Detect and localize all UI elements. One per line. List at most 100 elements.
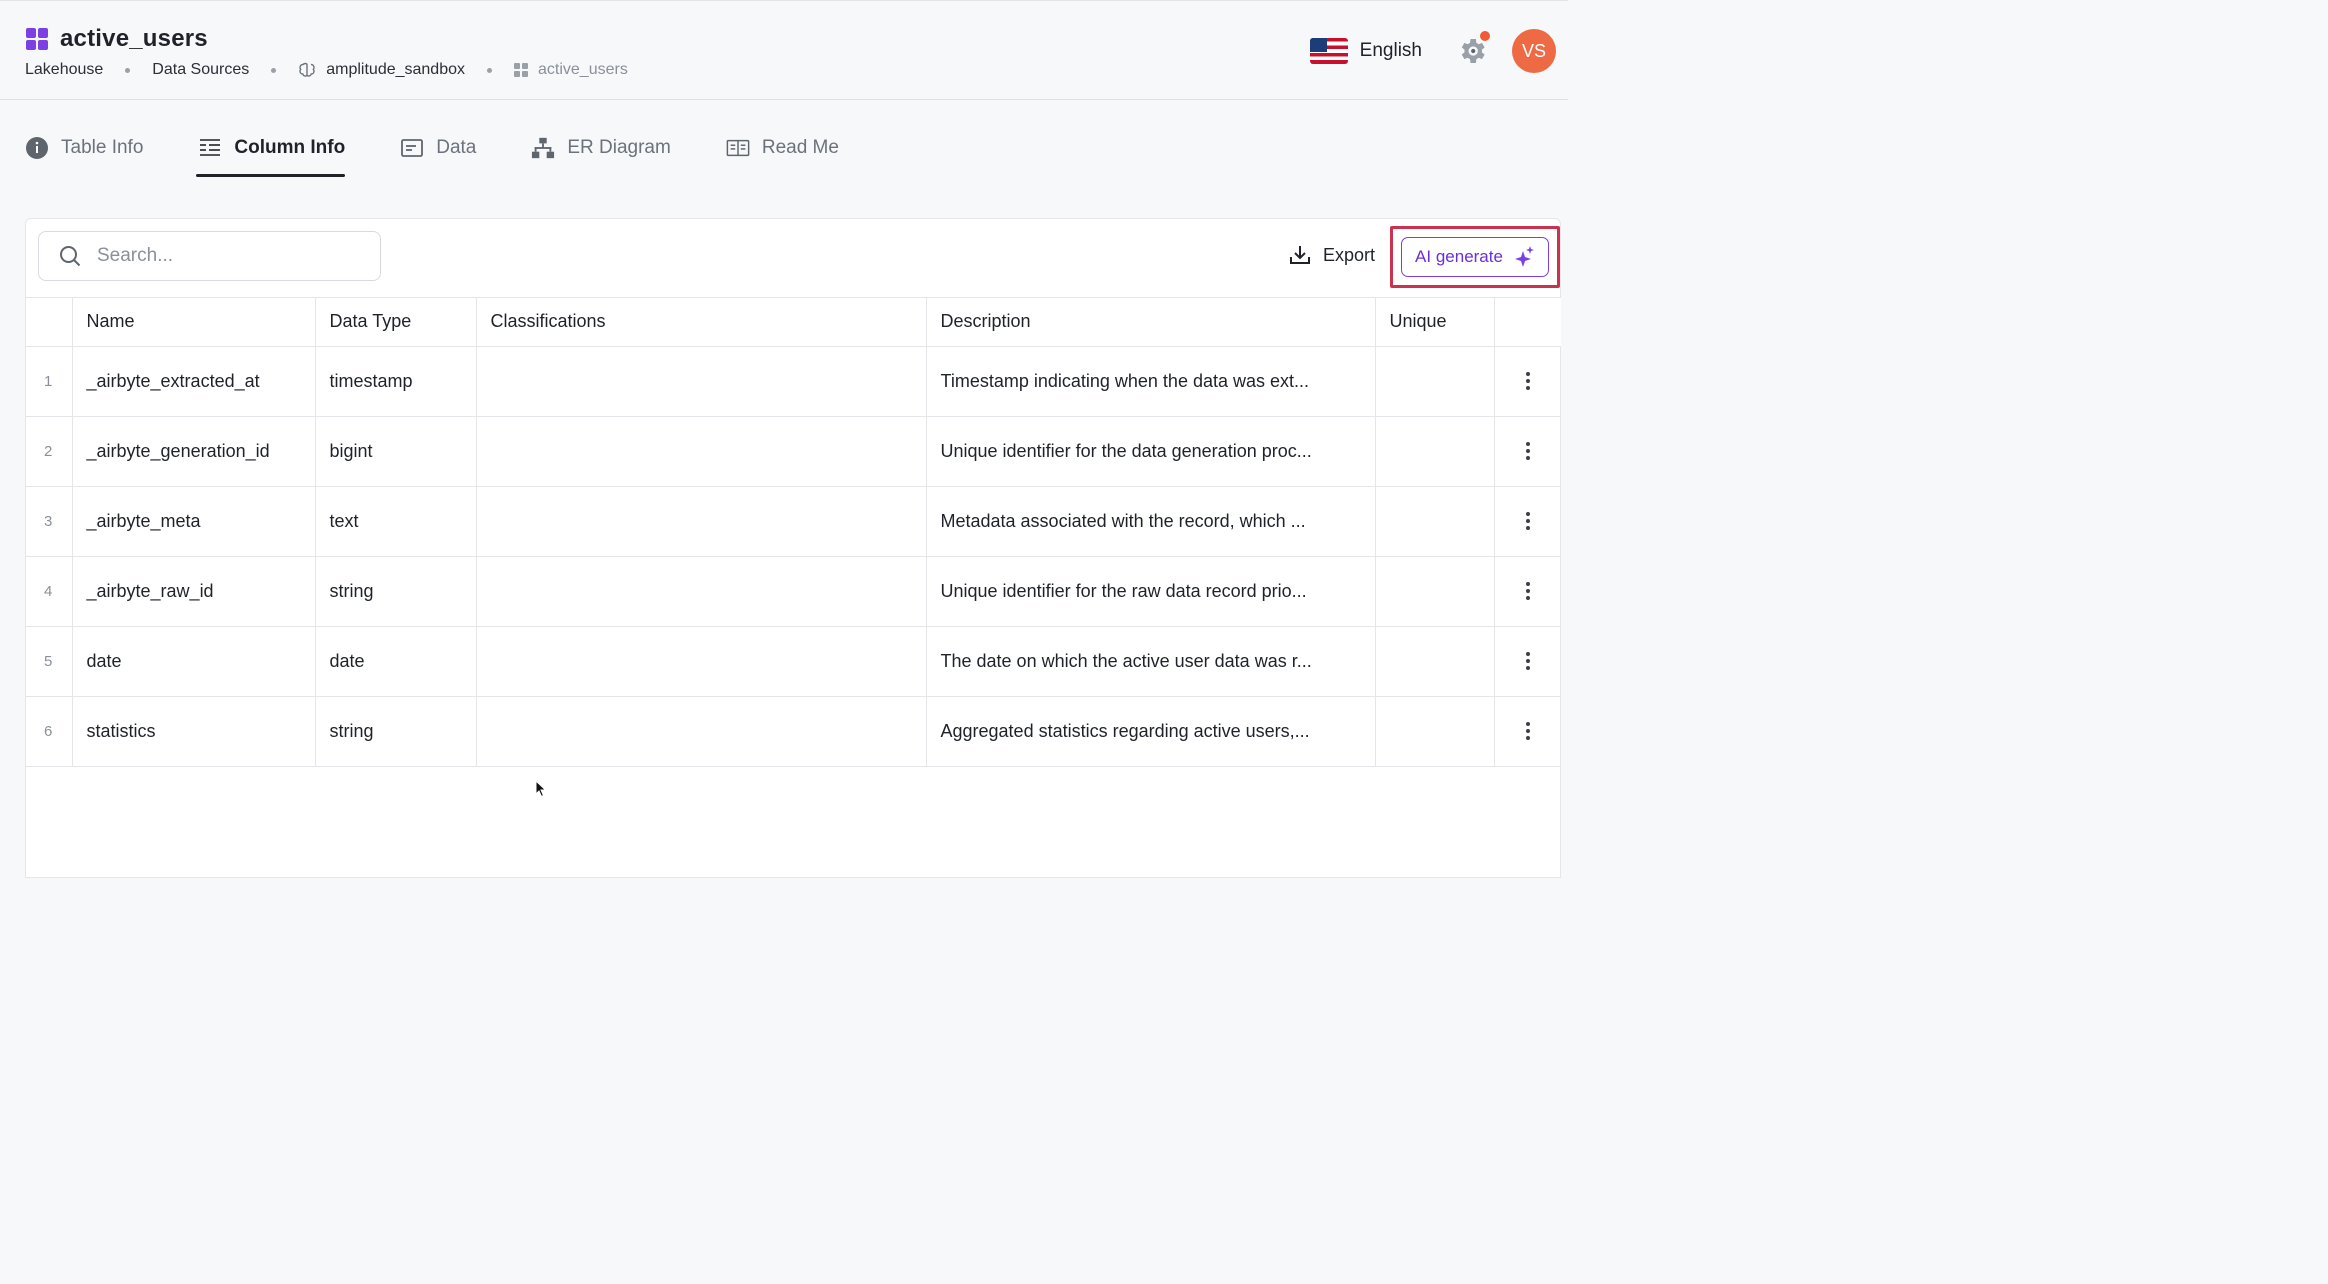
breadcrumb-source-label: amplitude_sandbox <box>326 61 465 78</box>
export-label: Export <box>1322 244 1375 265</box>
row-menu-button[interactable] <box>1494 626 1562 697</box>
cell-description[interactable]: The date on which the active user data w… <box>926 626 1376 697</box>
cell-classifications[interactable] <box>476 486 927 557</box>
kebab-menu-icon <box>1509 582 1562 600</box>
row-index: 4 <box>26 556 73 627</box>
cell-description[interactable]: Unique identifier for the raw data recor… <box>926 556 1376 627</box>
title-row: active_users <box>26 25 208 53</box>
breadcrumb-source[interactable]: amplitude_sandbox <box>298 61 465 79</box>
cell-data-type: string <box>315 556 477 627</box>
breadcrumb-current-table: active_users <box>514 61 628 79</box>
breadcrumb-separator <box>271 67 277 73</box>
cell-unique <box>1375 556 1495 627</box>
export-button[interactable]: Export <box>1289 244 1375 266</box>
sparkle-icon <box>1514 246 1534 267</box>
cell-name: _airbyte_meta <box>72 486 316 557</box>
cell-description[interactable]: Unique identifier for the data generatio… <box>926 416 1376 487</box>
breadcrumb-separator <box>487 67 492 73</box>
cell-classifications[interactable] <box>476 556 927 627</box>
cell-classifications[interactable] <box>476 626 927 697</box>
cell-classifications[interactable] <box>476 416 927 487</box>
header-actions: English VS <box>1309 27 1568 75</box>
cell-name: _airbyte_generation_id <box>72 416 316 487</box>
header-description[interactable]: Description <box>926 298 1376 347</box>
tab-er-diagram[interactable]: ER Diagram <box>531 130 671 176</box>
breadcrumb-data-sources[interactable]: Data Sources <box>152 61 249 79</box>
search-box[interactable] <box>38 231 381 281</box>
tab-table-info[interactable]: Table Info <box>25 130 143 176</box>
table-row[interactable]: 6 statistics string Aggregated statistic… <box>26 696 1561 767</box>
cell-data-type: text <box>315 486 477 557</box>
header-name[interactable]: Name <box>72 298 316 347</box>
row-menu-button[interactable] <box>1494 486 1562 557</box>
tab-read-me[interactable]: Read Me <box>726 130 839 176</box>
tab-label: Read Me <box>761 137 839 158</box>
cell-unique <box>1375 626 1495 697</box>
table-header-row: Name Data Type Classifications Descripti… <box>26 298 1561 347</box>
row-menu-button[interactable] <box>1494 696 1561 767</box>
settings-button[interactable] <box>1456 31 1490 67</box>
language-selector[interactable]: English <box>1309 38 1422 64</box>
table-row[interactable]: 1 _airbyte_extracted_at timestamp Timest… <box>26 346 1561 417</box>
columns-table: Name Data Type Classifications Descripti… <box>26 298 1561 767</box>
tab-column-info[interactable]: Column Info <box>196 130 345 177</box>
header-classifications[interactable]: Classifications <box>476 298 927 347</box>
ai-generate-label: AI generate <box>1415 247 1503 266</box>
data-window-icon <box>400 136 424 160</box>
row-index: 2 <box>26 416 73 487</box>
notification-dot <box>1480 31 1490 41</box>
columns-list-icon <box>198 136 222 160</box>
toolbar: Export AI generate <box>26 219 1560 298</box>
tab-label: Data <box>436 137 477 158</box>
table-row[interactable]: 3 _airbyte_meta text Metadata associated… <box>26 486 1562 557</box>
cell-data-type: timestamp <box>315 346 477 417</box>
tab-bar: Table Info Column Info Data ER Diagram R… <box>25 130 894 177</box>
page-title: active_users <box>60 25 208 52</box>
cell-data-type: date <box>315 626 477 697</box>
cell-classifications[interactable] <box>476 696 927 767</box>
table-row[interactable]: 5 date date The date on which the active… <box>26 626 1562 697</box>
row-index: 3 <box>26 486 73 557</box>
info-circle-icon <box>25 136 49 160</box>
breadcrumb-separator <box>125 67 131 73</box>
row-menu-button[interactable] <box>1494 416 1562 487</box>
tab-label: Table Info <box>61 137 144 158</box>
cell-classifications[interactable] <box>476 346 927 417</box>
row-index: 1 <box>26 346 73 417</box>
row-menu-button[interactable] <box>1494 556 1562 627</box>
cell-unique <box>1375 346 1495 417</box>
breadcrumb-table-label: active_users <box>538 61 628 78</box>
header-actions <box>1494 298 1561 347</box>
ai-generate-button[interactable]: AI generate <box>1401 237 1549 277</box>
kebab-menu-icon <box>1509 442 1562 460</box>
search-icon <box>60 246 81 267</box>
database-brain-icon <box>299 62 315 77</box>
cell-description[interactable]: Timestamp indicating when the data was e… <box>926 346 1376 417</box>
mouse-cursor-icon <box>535 780 547 798</box>
cell-data-type: string <box>315 696 477 767</box>
cell-name: _airbyte_raw_id <box>72 556 316 627</box>
row-index: 6 <box>26 696 73 767</box>
row-menu-button[interactable] <box>1494 346 1561 417</box>
us-flag-icon <box>1309 38 1348 64</box>
avatar[interactable]: VS <box>1512 29 1556 73</box>
kebab-menu-icon <box>1509 652 1562 670</box>
table-row[interactable]: 4 _airbyte_raw_id string Unique identifi… <box>26 556 1562 627</box>
table-grid-icon <box>26 28 48 50</box>
table-row[interactable]: 2 _airbyte_generation_id bigint Unique i… <box>26 416 1562 487</box>
breadcrumb-lakehouse[interactable]: Lakehouse <box>25 61 103 79</box>
cell-data-type: bigint <box>315 416 477 487</box>
download-icon <box>1289 246 1310 264</box>
column-info-panel: Export AI generate Name Data Type Classi… <box>25 218 1561 878</box>
cell-description[interactable]: Aggregated statistics regarding active u… <box>926 696 1376 767</box>
table-grid-icon <box>514 63 528 77</box>
kebab-menu-icon <box>1509 512 1562 530</box>
cell-unique <box>1375 486 1495 557</box>
tab-data[interactable]: Data <box>400 130 476 176</box>
page-header: active_users Lakehouse Data Sources ampl… <box>0 0 1568 100</box>
language-label: English <box>1359 40 1422 61</box>
search-input[interactable] <box>97 245 337 267</box>
cell-description[interactable]: Metadata associated with the record, whi… <box>926 486 1376 557</box>
header-unique[interactable]: Unique <box>1375 298 1495 347</box>
header-data-type[interactable]: Data Type <box>315 298 477 347</box>
